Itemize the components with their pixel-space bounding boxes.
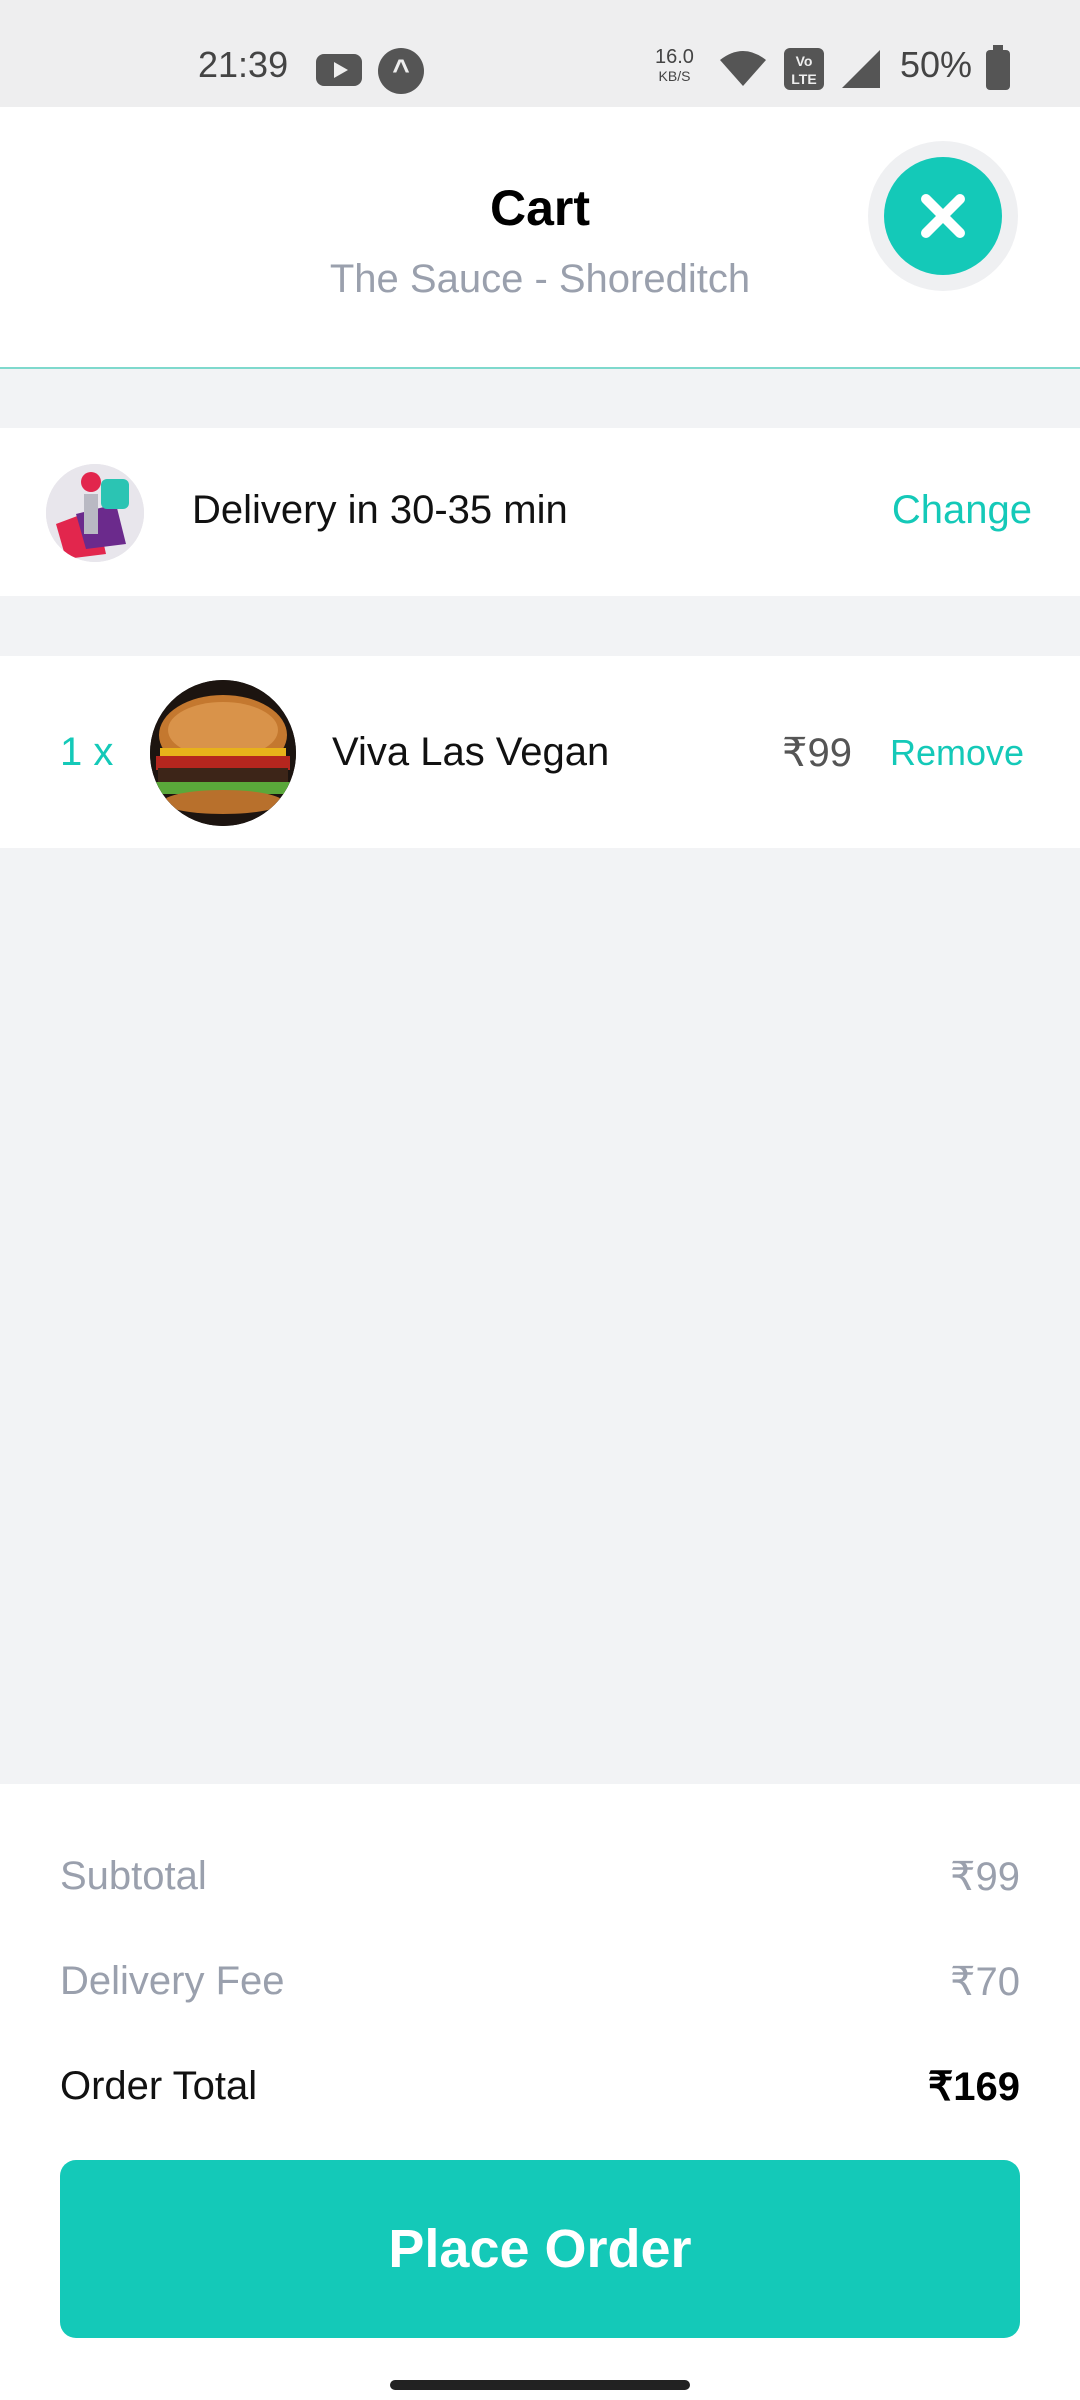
item-price: ₹99 <box>782 731 852 775</box>
subtotal-value: ₹99 <box>950 1855 1020 1899</box>
status-bar: 21:39 ^ 16.0 KB/S Vo LTE 50% <box>0 0 1080 107</box>
delivery-rider-icon <box>46 464 144 562</box>
item-image <box>150 680 296 826</box>
app-notification-icon: ^ <box>378 48 424 94</box>
cart-header: Cart The Sauce - Shoreditch <box>0 107 1080 369</box>
change-delivery-link[interactable]: Change <box>892 488 1032 533</box>
home-indicator[interactable] <box>390 2380 690 2390</box>
signal-icon <box>838 46 884 95</box>
network-speed: 16.0 KB/S <box>655 46 694 85</box>
battery-icon <box>986 45 1010 90</box>
subtotal-label: Subtotal <box>60 1854 207 1898</box>
close-button-ring <box>868 141 1018 291</box>
youtube-icon <box>316 54 362 86</box>
delivery-time-text: Delivery in 30-35 min <box>192 488 568 532</box>
delivery-fee-value: ₹70 <box>950 1960 1020 2004</box>
order-total-label: Order Total <box>60 2064 258 2108</box>
cart-item-row: 1 x Viva Las Vegan ₹99 Remove <box>0 656 1080 848</box>
volte-icon: Vo LTE <box>784 48 824 90</box>
speed-value: 16.0 <box>655 46 694 68</box>
delivery-row: Delivery in 30-35 min Change <box>0 428 1080 596</box>
close-icon <box>921 194 965 238</box>
order-total-value: ₹169 <box>927 2065 1020 2109</box>
status-time: 21:39 <box>198 44 289 85</box>
delivery-fee-label: Delivery Fee <box>60 1959 285 2003</box>
battery-percent: 50% <box>900 44 973 85</box>
place-order-button[interactable]: Place Order <box>60 2160 1020 2338</box>
order-summary: Subtotal ₹99 Delivery Fee ₹70 Order Tota… <box>0 1784 1080 2400</box>
item-quantity: 1 x <box>60 730 114 774</box>
wifi-icon <box>718 48 768 93</box>
close-button[interactable] <box>884 157 1002 275</box>
item-name: Viva Las Vegan <box>332 730 610 774</box>
speed-unit: KB/S <box>658 68 691 84</box>
remove-item-button[interactable]: Remove <box>890 732 1024 774</box>
